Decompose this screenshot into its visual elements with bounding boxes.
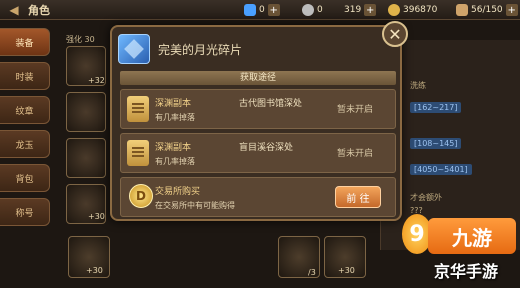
sidebar-item-bag[interactable]: 背包 (0, 164, 50, 192)
coins-value: 396870 (403, 5, 438, 15)
dialog-header: 完美的月光碎片 (118, 31, 370, 67)
source-title: 深渊副本 (155, 143, 192, 153)
enhance-label: 强化 30 (66, 35, 95, 44)
scroll-icon (127, 96, 149, 122)
crystal-icon (244, 4, 256, 16)
crystal-resource: 0 + (244, 3, 280, 17)
fatigue-value: 56/150 (471, 5, 503, 15)
close-icon[interactable]: ✕ (382, 21, 408, 47)
source-location: 古代图书馆深处 (239, 99, 303, 109)
scroll-icon (127, 140, 149, 166)
coin-icon: D (129, 184, 153, 208)
item-source-dialog: 完美的月光碎片 ✕ 获取途径 深渊副本 古代图书馆深处 有几率掉落 暂未开启 深… (110, 21, 408, 221)
watermark-badge: 九游 (428, 218, 516, 254)
sidebar-item-fashion[interactable]: 时装 (0, 62, 50, 90)
source-desc: 有几率掉落 (155, 113, 195, 122)
source-title: 交易所购买 (155, 187, 201, 197)
panel-range: [108~145] (410, 138, 462, 149)
bottom-slots: +30 /3 +30 (60, 232, 380, 288)
panel-text: 才会额外 (410, 193, 442, 202)
gold-value: 319 (344, 5, 362, 15)
slot-plus-label: +30 (338, 266, 355, 275)
gold-resource: 319 + (344, 3, 377, 17)
top-bar: ◀ 角色 0 + 0 319 + 396870 56/150 + (0, 0, 520, 20)
sidebar-item-dragon-jade[interactable]: 龙玉 (0, 130, 50, 158)
watermark-caption: 京华手游 (434, 262, 499, 281)
add-crystal-button[interactable]: + (267, 4, 280, 16)
sidebar-item-equipment[interactable]: 装备 (0, 28, 50, 56)
source-row: 深渊副本 盲目溪谷深处 有几率掉落 暂未开启 (120, 133, 396, 173)
equipment-slot[interactable] (66, 138, 106, 178)
source-row: D 交易所购买 在交易所中有可能购得 前 往 (120, 177, 396, 217)
slot-plus-label: /3 (308, 268, 316, 277)
page-title: 角色 (28, 3, 50, 17)
sidebar: 装备 时装 纹章 龙玉 背包 称号 (0, 28, 52, 232)
slot-plus-label: +30 (88, 212, 105, 221)
gold-coins-icon (388, 4, 400, 16)
energy-icon (302, 4, 314, 16)
fatigue-resource: 56/150 + (456, 3, 518, 17)
back-arrow-icon[interactable]: ◀ (0, 0, 28, 20)
item-name: 完美的月光碎片 (158, 42, 243, 57)
equipment-slot[interactable] (66, 92, 106, 132)
add-fatigue-button[interactable]: + (505, 4, 518, 16)
panel-range: [4050~5401] (410, 164, 472, 175)
source-row: 深渊副本 古代图书馆深处 有几率掉落 暂未开启 (120, 89, 396, 129)
sidebar-item-emblem[interactable]: 纹章 (0, 96, 50, 124)
source-status: 暂未开启 (336, 105, 373, 115)
fatigue-icon (456, 4, 468, 16)
panel-text: 洗练 (410, 81, 426, 90)
source-title: 深渊副本 (155, 99, 192, 109)
panel-range: [162~217] (410, 102, 462, 113)
energy-value: 0 (317, 5, 323, 15)
go-to-exchange-button[interactable]: 前 往 (335, 186, 381, 208)
energy-resource: 0 (302, 3, 323, 17)
add-gold-button[interactable]: + (364, 4, 377, 16)
source-desc: 有几率掉落 (155, 157, 195, 166)
section-title: 获取途径 (120, 71, 396, 85)
moonlight-shard-icon (118, 34, 150, 64)
coins-resource: 396870 (388, 3, 437, 17)
sidebar-item-title[interactable]: 称号 (0, 198, 50, 226)
crystal-value: 0 (259, 5, 265, 15)
source-status: 暂未开启 (336, 149, 373, 159)
slot-plus-label: +30 (86, 266, 103, 275)
source-desc: 在交易所中有可能购得 (155, 201, 235, 210)
source-location: 盲目溪谷深处 (239, 143, 294, 153)
slot-plus-label: +32 (88, 76, 105, 85)
